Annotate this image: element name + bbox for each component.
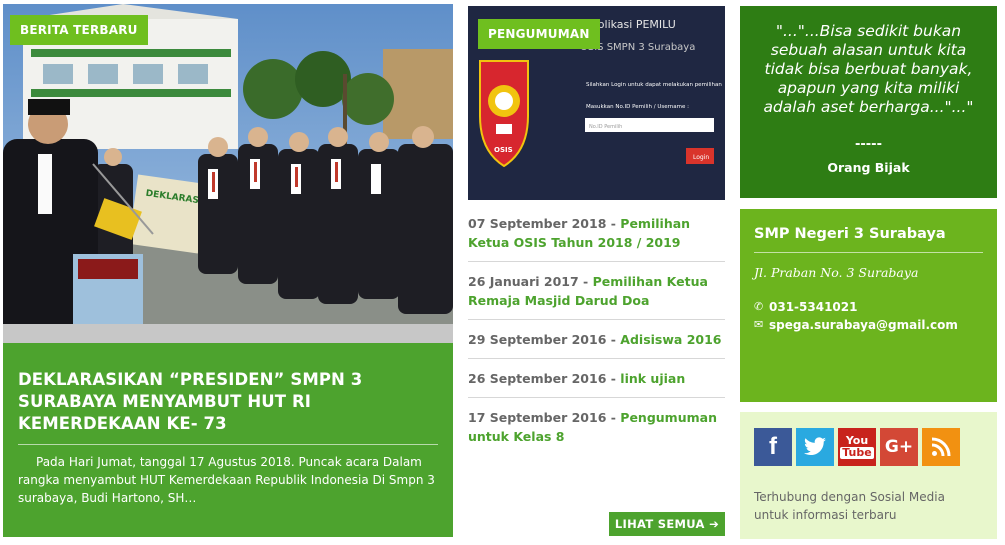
school-address: Jl. Praban No. 3 Surabaya (754, 265, 919, 280)
social-media-box: f You Tube G+ Terhubung dengan Sosial Me… (740, 412, 997, 539)
announcement-image[interactable]: Aplikasi PEMILU OSIS SMPN 3 Surabaya Sil… (468, 6, 725, 200)
email-address[interactable]: spega.surabaya@gmail.com (769, 316, 958, 334)
app-login-prompt: Silahkan Login untuk dapat melakukan pem… (586, 82, 722, 88)
announcement-item[interactable]: 26 September 2016 - link ujian (468, 367, 725, 398)
announcement-title-link[interactable]: link ujian (620, 371, 685, 386)
quote-box: "..."...Bisa sedikit bukan sebuah alasan… (740, 6, 997, 198)
announcement-list: 07 September 2018 - Pemilihan Ketua OSIS… (468, 212, 725, 463)
youtube-icon[interactable]: You Tube (838, 428, 876, 466)
quote-separator: ----- (855, 137, 882, 152)
announcement-item[interactable]: 17 September 2016 - Pengumuman untuk Kel… (468, 406, 725, 455)
news-photo[interactable]: DEKLARASI PRESIDEN (3, 4, 453, 343)
announcement-date: 26 September 2016 (468, 371, 607, 386)
see-all-button[interactable]: LIHAT SEMUA ➔ (608, 512, 725, 536)
app-heading-line1: Aplikasi PEMILU (590, 18, 676, 31)
announcement-date: 07 September 2018 (468, 216, 607, 231)
email-row: ✉ spega.surabaya@gmail.com (754, 316, 983, 334)
announcement-date: 29 September 2016 (468, 332, 607, 347)
phone-row: ✆ 031-5341021 (754, 298, 983, 316)
news-title[interactable]: DEKLARASIKAN “PRESIDEN” SMPN 3 SURABAYA … (18, 369, 438, 435)
news-divider (18, 444, 438, 445)
latest-news-tag[interactable]: BERITA TERBARU (10, 15, 148, 45)
arrow-right-icon: ➔ (709, 517, 719, 531)
app-field-label: Masukkan No.ID Pemilih / Username : (586, 104, 689, 110)
logo-text: OSIS (494, 146, 513, 154)
announcement-item[interactable]: 26 Januari 2017 - Pemilihan Ketua Remaja… (468, 270, 725, 320)
announcement-title-link[interactable]: Adisiswa 2016 (620, 332, 721, 347)
osis-logo-icon: OSIS (479, 60, 529, 168)
rss-icon[interactable] (922, 428, 960, 466)
announcement-date: 17 September 2016 (468, 410, 607, 425)
school-name: SMP Negeri 3 Surabaya (754, 226, 946, 242)
social-icons: f You Tube G+ (754, 428, 983, 466)
twitter-icon[interactable] (796, 428, 834, 466)
announcement-tag[interactable]: PENGUMUMAN (478, 19, 600, 49)
social-caption: Terhubung dengan Sosial Media untuk info… (754, 490, 945, 522)
envelope-icon: ✉ (754, 318, 764, 331)
news-excerpt: Pada Hari Jumat, tanggal 17 Agustus 2018… (18, 455, 435, 505)
ceremony-photo-image: DEKLARASI PRESIDEN (3, 4, 453, 343)
see-all-label: LIHAT SEMUA (614, 517, 705, 531)
quote-author: Orang Bijak (827, 160, 910, 175)
announcement-item[interactable]: 07 September 2018 - Pemilihan Ketua OSIS… (468, 212, 725, 262)
school-info-box: SMP Negeri 3 Surabaya Jl. Praban No. 3 S… (740, 209, 997, 402)
announcement-item[interactable]: 29 September 2016 - Adisiswa 2016 (468, 328, 725, 359)
phone-number[interactable]: 031-5341021 (769, 298, 857, 316)
youtube-text-tube: Tube (840, 446, 874, 459)
latest-news-card[interactable]: DEKLARASI PRESIDEN (3, 4, 453, 537)
app-field-placeholder: No.ID Pemilih (589, 124, 622, 130)
quote-text: "..."...Bisa sedikit bukan sebuah alasan… (763, 22, 974, 116)
school-divider (754, 252, 983, 253)
google-plus-icon[interactable]: G+ (880, 428, 918, 466)
phone-icon: ✆ (754, 300, 764, 313)
app-login-button: Login (693, 154, 709, 161)
announcements-section: Aplikasi PEMILU OSIS SMPN 3 Surabaya Sil… (468, 4, 725, 537)
announcement-date: 26 Januari 2017 (468, 274, 579, 289)
page: DEKLARASI PRESIDEN (0, 0, 1005, 545)
news-body: DEKLARASIKAN “PRESIDEN” SMPN 3 SURABAYA … (3, 343, 453, 537)
facebook-icon[interactable]: f (754, 428, 792, 466)
